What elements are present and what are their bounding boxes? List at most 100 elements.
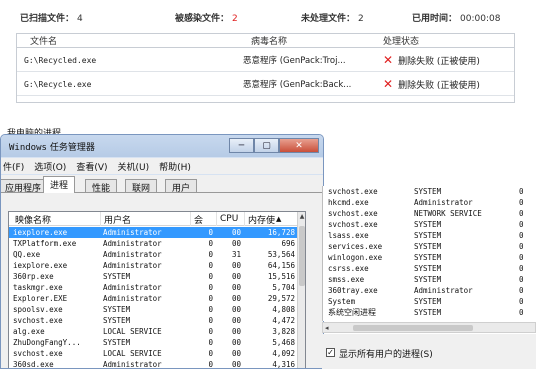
column-header-status[interactable]: 处理状态 [383,34,419,47]
memory-usage: 3,828 [272,327,295,336]
show-all-users-checkbox[interactable]: ✓ [326,348,335,357]
table-row[interactable]: ZhuDongFangY... SYSTEM 0 00 5,468 [9,337,299,348]
session-id: 0 [208,261,213,270]
table-row[interactable]: svchost.exe SYSTEM 0 00 4,472 [9,315,299,326]
horizontal-scrollbar[interactable]: ◂ [322,322,536,333]
show-all-users-label[interactable]: 显示所有用户的进程(S) [339,347,433,360]
table-row[interactable]: alg.exe LOCAL SERVICE 0 00 3,828 [9,326,299,337]
tab-strip: 应用程序 进程 性能 联网 用户 [1,175,323,194]
process-list-header: 映像名称 用户名 会 CPU 内存使 ▲ [9,212,305,226]
user-name: Administrator [103,294,162,303]
session-id: 0 [208,272,213,281]
unprocessed-files-value: 2 [358,14,364,24]
session-id: 0 [208,316,213,325]
image-name: iexplore.exe [13,228,68,237]
scroll-up-icon[interactable]: ▲ [298,213,305,220]
tab-networking[interactable]: 联网 [125,179,158,194]
memory-usage: 4,316 [272,360,295,369]
vertical-scrollbar[interactable]: ▲ [297,212,305,368]
table-row[interactable]: G:\Recycle.exe 恶意程序 (GenPack:Back... ✕ 删… [17,73,514,96]
table-row[interactable]: G:\Recycled.exe 恶意程序 (GenPack:Troj... ✕ … [17,49,514,72]
column-header-user-name[interactable]: 用户名 [101,212,191,226]
user-name: SYSTEM [414,242,442,251]
image-name: svchost.exe [328,187,378,196]
menu-options[interactable]: 选项(O) [34,160,66,173]
table-row[interactable]: hkcmd.exe Administrator 0 [323,197,536,208]
tab-applications[interactable]: 应用程序 [1,179,49,194]
title-bar[interactable]: Windows 任务管理器 ─ ▢ ✕ [1,135,323,157]
tab-processes[interactable]: 进程 [43,176,76,193]
table-row[interactable]: 系统空闲进程 SYSTEM 0 [323,307,536,318]
scanned-files-label: 已扫描文件： [20,14,75,24]
table-row[interactable]: services.exe SYSTEM 0 [323,241,536,252]
menu-help[interactable]: 帮助(H) [159,160,191,173]
user-name: SYSTEM [103,305,131,314]
process-options-bar: ✓ 显示所有用户的进程(S) [322,334,536,369]
table-row[interactable]: iexplore.exe Administrator 0 00 64,156 [9,260,299,271]
column-header-session[interactable]: 会 [191,212,217,226]
image-name: winlogon.exe [328,253,383,262]
menu-file[interactable]: 件(F) [3,160,24,173]
user-name: SYSTEM [414,308,442,317]
table-row[interactable]: lsass.exe SYSTEM 0 [323,230,536,241]
table-row[interactable]: svchost.exe SYSTEM 0 [323,219,536,230]
user-name: Administrator [103,283,162,292]
scanned-files-stat: 已扫描文件： 4 [20,11,83,24]
user-name: SYSTEM [414,231,442,240]
memory-usage: 4,472 [272,316,295,325]
user-name: SYSTEM [414,264,442,273]
virus-name: 恶意程序 (GenPack:Troj... [243,56,346,66]
task-manager-window: Windows 任务管理器 ─ ▢ ✕ 件(F) 选项(O) 查看(V) 关机(… [0,134,324,369]
table-row[interactable]: System SYSTEM 0 [323,296,536,307]
scroll-thumb[interactable] [353,325,473,331]
table-row[interactable]: 360rp.exe SYSTEM 0 00 15,516 [9,271,299,282]
table-row[interactable]: QQ.exe Administrator 0 31 53,564 [9,249,299,260]
delete-failed-icon: ✕ [383,53,394,67]
elapsed-time-label: 已用时间： [412,14,458,24]
table-row[interactable]: iexplore.exe Administrator 0 00 16,728 [9,227,299,238]
table-row[interactable]: 360tray.exe Administrator 0 [323,285,536,296]
column-header-virus-name[interactable]: 病毒名称 [251,34,287,47]
cpu-usage: 00 [231,228,241,237]
image-name: iexplore.exe [13,261,68,270]
image-name: hkcmd.exe [328,198,369,207]
minimize-button[interactable]: ─ [229,138,254,153]
process-list-continued: svchost.exe SYSTEM 0 hkcmd.exe Administrator… [322,186,536,321]
close-icon: ✕ [295,140,303,151]
table-row[interactable]: svchost.exe LOCAL SERVICE 0 00 4,092 [9,348,299,359]
table-row[interactable]: taskmgr.exe Administrator 0 00 5,704 [9,282,299,293]
table-row[interactable]: winlogon.exe SYSTEM 0 [323,252,536,263]
table-row[interactable]: csrss.exe SYSTEM 0 [323,263,536,274]
session-id: 0 [208,327,213,336]
close-button[interactable]: ✕ [279,138,319,153]
image-name: 360tray.exe [328,286,378,295]
scroll-left-icon[interactable]: ◂ [325,323,329,333]
image-name: alg.exe [13,327,45,336]
menu-view[interactable]: 查看(V) [76,160,107,173]
unprocessed-files-label: 未处理文件： [301,14,356,24]
column-header-memory[interactable]: 内存使 ▲ [245,212,299,226]
column-header-filename[interactable]: 文件名 [30,34,57,47]
table-row[interactable]: Explorer.EXE Administrator 0 00 29,572 [9,293,299,304]
tab-performance[interactable]: 性能 [85,179,118,194]
session-id: 0 [208,349,213,358]
table-row[interactable]: svchost.exe NETWORK SERVICE 0 [323,208,536,219]
table-row[interactable]: smss.exe SYSTEM 0 [323,274,536,285]
window-title: Windows 任务管理器 [9,140,95,153]
maximize-button[interactable]: ▢ [254,138,279,153]
scroll-thumb[interactable] [299,226,305,286]
cpu-usage: 00 [231,294,241,303]
column-header-cpu[interactable]: CPU [217,212,245,226]
column-header-image-name[interactable]: 映像名称 [9,212,101,226]
menu-shutdown[interactable]: 关机(U) [118,160,150,173]
table-row[interactable]: spoolsv.exe SYSTEM 0 00 4,808 [9,304,299,315]
tab-users[interactable]: 用户 [165,179,198,194]
image-name: 系统空闲进程 [328,308,376,317]
table-row[interactable]: 360sd.exe Administrator 0 00 4,316 [9,359,299,369]
menu-bar: 件(F) 选项(O) 查看(V) 关机(U) 帮助(H) [1,158,323,174]
table-row[interactable]: svchost.exe SYSTEM 0 [323,186,536,197]
table-row[interactable]: TXPlatform.exe Administrator 0 00 696 [9,238,299,249]
session-id: 0 [519,242,524,251]
user-name: Administrator [414,198,473,207]
session-id: 0 [519,264,524,273]
